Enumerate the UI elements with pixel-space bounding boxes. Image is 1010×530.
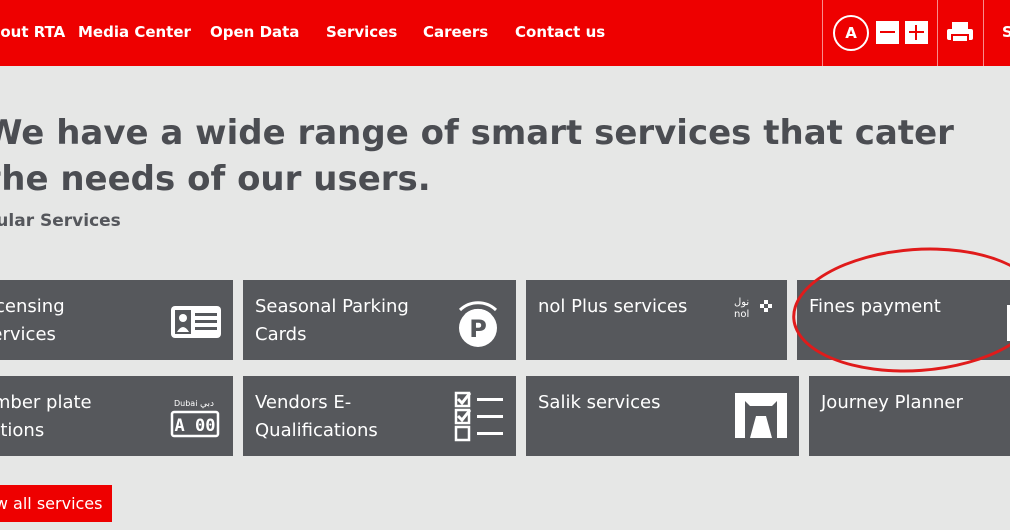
tile-salik-services[interactable]: Salik services: [526, 376, 799, 456]
tile-nol-plus-services[interactable]: nol Plus services نول nol: [526, 280, 787, 360]
salik-gate-icon: [735, 393, 787, 438]
view-all-services-button[interactable]: View all services: [0, 485, 112, 522]
plate-code-text: A 00: [175, 416, 216, 436]
parking-icon: P: [458, 301, 498, 347]
tile-vendors-e-qualifications[interactable]: Vendors E-Qualifications: [243, 376, 516, 456]
tile-label: Salik services: [538, 392, 661, 413]
nav-open-data[interactable]: Open Data: [210, 22, 299, 42]
tile-number-plate-auctions[interactable]: Number plate auctions Dubai دبي A 00: [0, 376, 233, 456]
number-plate-icon: Dubai دبي A 00: [170, 399, 220, 438]
nav-divider: [937, 0, 938, 66]
nav-contact-us[interactable]: Contact us: [515, 22, 605, 42]
tile-label: nol Plus services: [538, 296, 688, 317]
tile-journey-planner[interactable]: Journey Planner: [809, 376, 1010, 456]
nav-about-rta[interactable]: About RTA: [0, 22, 65, 42]
nav-divider: [822, 0, 823, 66]
nol-latin-text: nol: [734, 309, 749, 320]
nol-logo-icon: نول nol: [734, 297, 772, 320]
tile-label: Seasonal Parking Cards: [255, 296, 409, 345]
tile-label: Licensing Services: [0, 296, 65, 345]
accessibility-a-button[interactable]: A: [833, 15, 869, 51]
id-card-icon: [171, 306, 221, 338]
nol-arabic-text: نول: [734, 297, 749, 308]
top-nav-bar: About RTA Media Center Open Data Service…: [0, 0, 1010, 66]
tile-label: Number plate auctions: [0, 392, 92, 441]
parking-letter: P: [469, 315, 487, 343]
checklist-icon: [454, 391, 503, 442]
nav-media-center[interactable]: Media Center: [78, 22, 191, 42]
page-headline: We have a wide range of smart services t…: [0, 113, 954, 199]
nav-search-partial[interactable]: S: [1002, 22, 1010, 42]
nav-careers[interactable]: Careers: [423, 22, 488, 42]
increase-font-button[interactable]: [905, 21, 928, 44]
plate-dubai-text: Dubai: [174, 399, 197, 408]
tile-licensing-services[interactable]: Licensing Services: [0, 280, 233, 360]
nav-services[interactable]: Services: [326, 22, 397, 42]
decrease-font-button[interactable]: [876, 21, 899, 44]
nav-divider: [983, 0, 984, 66]
plate-arabic-text: دبي: [200, 399, 214, 409]
tile-label: Vendors E-Qualifications: [255, 392, 378, 441]
tile-seasonal-parking-cards[interactable]: Seasonal Parking Cards P: [243, 280, 516, 360]
printer-icon[interactable]: [946, 20, 974, 44]
popular-services-heading: Popular Services: [0, 211, 121, 231]
tile-label: Journey Planner: [821, 392, 963, 413]
